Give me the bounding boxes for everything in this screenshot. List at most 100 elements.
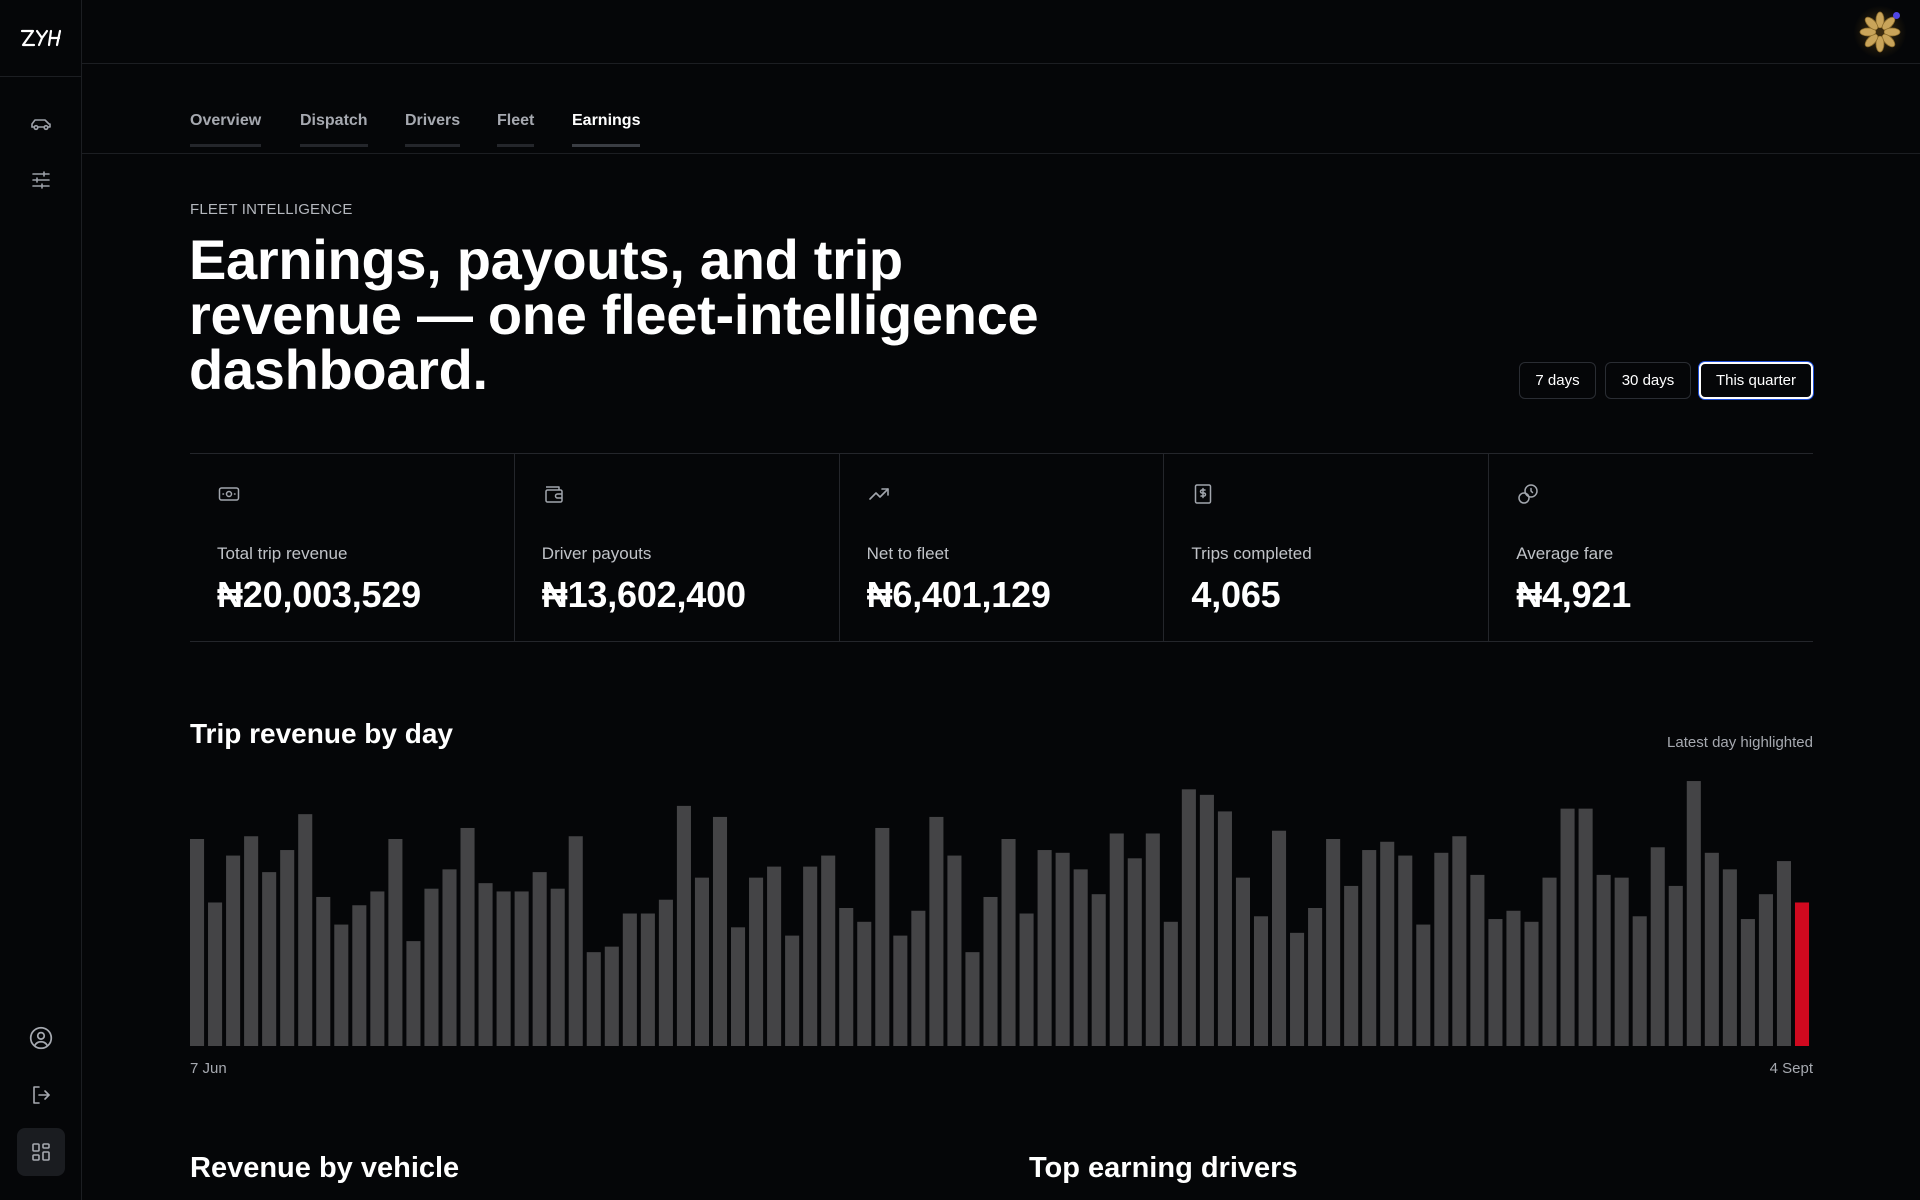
chart-bar[interactable] [1326,839,1341,1046]
chart-bar[interactable] [857,921,872,1046]
chart-bar[interactable] [1001,839,1016,1046]
chart-bar[interactable] [1578,808,1593,1046]
tab-fleet[interactable]: Fleet [497,112,535,147]
logo[interactable] [0,0,81,77]
chart-bar[interactable] [1452,836,1467,1046]
chart-bar[interactable] [1109,833,1124,1046]
chart-bar[interactable] [1470,874,1485,1046]
chart-bar[interactable] [1722,869,1737,1046]
chart-bar[interactable] [983,896,998,1046]
chart-bar[interactable] [478,883,493,1046]
chart-bar[interactable] [1344,885,1359,1046]
sidebar-item-profile[interactable] [17,1014,65,1062]
chart-bar[interactable] [965,952,980,1046]
chart-bar[interactable] [550,888,565,1046]
chart-bar[interactable] [514,891,529,1046]
chart-bar[interactable] [334,924,349,1046]
chart-bar[interactable] [622,913,637,1046]
chart-bar[interactable] [496,891,511,1046]
chart-bar[interactable] [244,836,259,1046]
chart-bar[interactable] [1380,841,1395,1046]
chart-bar[interactable] [424,888,439,1046]
chart-bar[interactable] [821,855,836,1046]
chart-bar-highlighted[interactable] [1794,902,1810,1046]
chart-bar[interactable] [568,836,583,1046]
chart-bar[interactable] [767,866,782,1046]
chart-bar[interactable] [1235,877,1250,1046]
chart-bar[interactable] [1019,913,1034,1046]
chart-bar[interactable] [1776,861,1791,1046]
chart-bar[interactable] [1416,924,1431,1046]
chart-bar[interactable] [1686,781,1701,1046]
sidebar-item-settings[interactable] [17,156,65,204]
chart-bar[interactable] [839,908,854,1046]
chart-bar[interactable] [803,866,818,1046]
tab-earnings[interactable]: Earnings [572,112,641,147]
chart-bar[interactable] [190,839,205,1046]
chart-bar[interactable] [370,891,385,1046]
chart-bar[interactable] [1073,869,1088,1046]
range-this-quarter-button[interactable]: This quarter [1699,362,1813,399]
chart-bar[interactable] [1362,850,1377,1046]
chart-bar[interactable] [1127,858,1142,1046]
chart-bar[interactable] [1668,885,1683,1046]
chart-bar[interactable] [1091,894,1106,1046]
chart-bar[interactable] [1524,921,1539,1046]
chart-bar[interactable] [262,872,277,1046]
chart-bar[interactable] [1704,852,1719,1046]
chart-bar[interactable] [947,855,962,1046]
chart-bar[interactable] [1308,908,1323,1046]
sidebar-item-logout[interactable] [17,1071,65,1119]
chart-bar[interactable] [785,935,800,1046]
chart-bar[interactable] [1560,808,1575,1046]
chart-bar[interactable] [929,816,944,1046]
chart-bar[interactable] [280,850,295,1046]
chart-bar[interactable] [893,935,908,1046]
chart-bar[interactable] [316,896,331,1046]
chart-bar[interactable] [1037,850,1052,1046]
chart-bar[interactable] [604,946,619,1046]
chart-bar[interactable] [298,814,313,1046]
chart-bar[interactable] [1217,811,1232,1046]
sidebar-item-dashboard[interactable] [17,1128,65,1176]
avatar[interactable] [1854,6,1906,58]
chart-bar[interactable] [1434,852,1449,1046]
chart-bar[interactable] [749,877,764,1046]
chart-bar[interactable] [442,869,457,1046]
chart-bar[interactable] [1272,830,1287,1046]
chart-bar[interactable] [1758,894,1773,1046]
chart-bar[interactable] [1199,794,1214,1046]
chart-bar[interactable] [1181,789,1196,1046]
chart-bar[interactable] [406,941,421,1046]
chart-bar[interactable] [712,816,728,1046]
chart-bar[interactable] [1055,852,1070,1046]
chart-bar[interactable] [1290,932,1305,1046]
chart-bar[interactable] [1398,855,1413,1046]
chart-bar[interactable] [1596,874,1611,1046]
tab-drivers[interactable]: Drivers [405,112,461,147]
chart-bar[interactable] [352,905,367,1046]
chart-bar[interactable] [1740,919,1755,1046]
chart-bar[interactable] [1542,877,1557,1046]
chart-bar[interactable] [911,910,926,1046]
chart-bar[interactable] [1650,847,1665,1046]
chart-bar[interactable] [208,902,223,1046]
chart-bar[interactable] [226,855,241,1046]
range-7-days-button[interactable]: 7 days [1519,362,1596,399]
chart-bar[interactable] [875,827,890,1046]
chart-bar[interactable] [1163,921,1178,1046]
chart-bar[interactable] [694,877,709,1046]
chart-bar[interactable] [1253,916,1269,1046]
chart-bar[interactable] [1145,833,1160,1046]
chart-bar[interactable] [676,805,691,1046]
tab-dispatch[interactable]: Dispatch [300,112,368,147]
chart-bar[interactable] [460,827,475,1046]
chart-bar[interactable] [731,927,746,1046]
chart-bar[interactable] [586,952,601,1046]
chart-bar[interactable] [1506,910,1521,1046]
tab-overview[interactable]: Overview [190,112,262,147]
chart-bar[interactable] [388,839,403,1046]
range-30-days-button[interactable]: 30 days [1605,362,1691,399]
chart-bar[interactable] [532,872,547,1046]
sidebar-item-vehicles[interactable] [17,100,65,148]
